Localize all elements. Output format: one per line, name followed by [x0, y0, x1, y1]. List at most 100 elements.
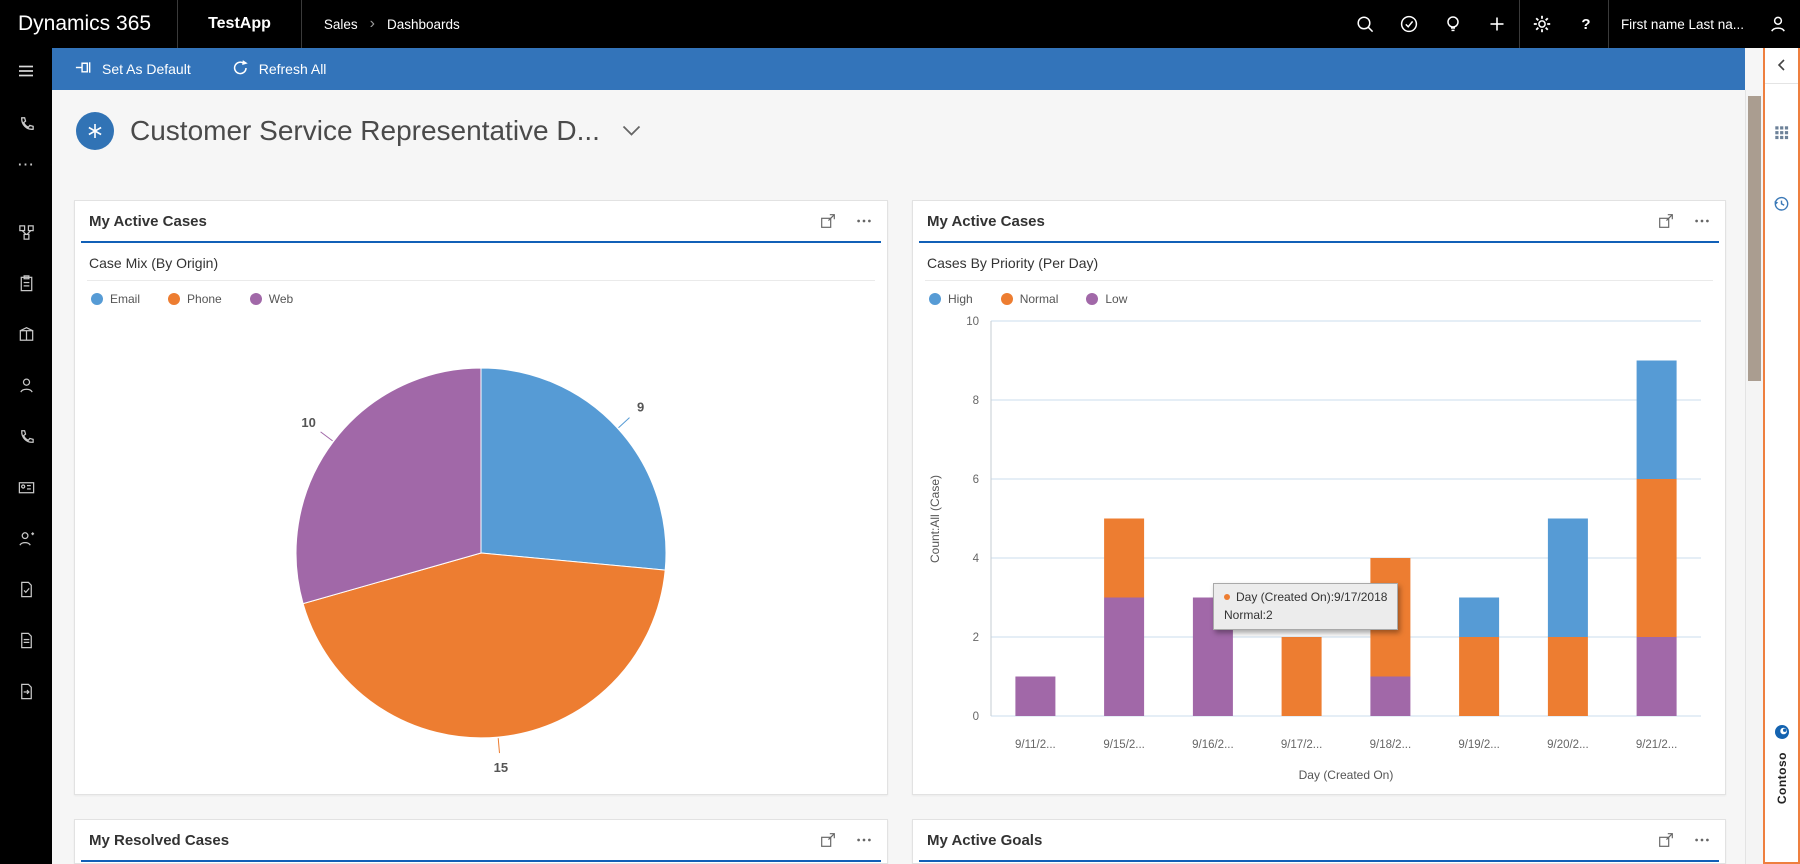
- legend-item: High: [929, 292, 973, 306]
- refresh-all-label: Refresh All: [259, 61, 327, 77]
- x-tick-label: 9/21/2...: [1636, 739, 1678, 751]
- popout-icon[interactable]: [819, 831, 837, 849]
- x-tick-label: 9/11/2...: [1015, 739, 1056, 751]
- more-options-icon[interactable]: [855, 212, 873, 230]
- tooltip-series-dot: [1224, 594, 1230, 600]
- pie-data-label: 15: [494, 760, 508, 775]
- x-tick-label: 9/16/2...: [1192, 739, 1234, 751]
- dashboard-icon: [76, 112, 114, 150]
- breadcrumb-page[interactable]: Dashboards: [387, 17, 460, 32]
- bar-chart-svg[interactable]: 02468109/11/2...9/15/2...9/16/2...9/17/2…: [913, 311, 1726, 791]
- queues-box-icon[interactable]: [0, 317, 52, 351]
- breadcrumb: Sales › Dashboards: [302, 15, 482, 33]
- bar-legend: High Normal Low: [913, 281, 1725, 310]
- user-name-menu[interactable]: First name Last na...: [1609, 17, 1756, 32]
- articles-doc-check-icon[interactable]: [0, 572, 52, 606]
- x-tick-label: 9/15/2...: [1103, 739, 1145, 751]
- pie-slice-email[interactable]: [481, 368, 666, 570]
- tile-my-active-cases-pie: My Active Cases Case Mix (By Origin): [74, 200, 888, 795]
- more-sitemap-icon[interactable]: ⋯: [0, 148, 52, 182]
- tile-title: My Resolved Cases: [89, 832, 819, 849]
- bar-segment-normal[interactable]: [1104, 519, 1144, 598]
- legend-label: Phone: [187, 292, 222, 306]
- legend-item: Normal: [1001, 292, 1059, 306]
- waffle-grid-icon[interactable]: [1773, 124, 1790, 146]
- scrollbar-thumb[interactable]: [1748, 96, 1761, 381]
- user-avatar-icon[interactable]: [1756, 0, 1800, 48]
- pie-chart-svg[interactable]: 9 15 10: [75, 321, 888, 791]
- bar-segment-low[interactable]: [1015, 677, 1055, 717]
- check-circle-icon[interactable]: [1387, 0, 1431, 48]
- vertical-scrollbar[interactable]: [1745, 90, 1763, 864]
- topbar-actions: ? First name Last na...: [1343, 0, 1800, 48]
- legend-label: Email: [110, 292, 140, 306]
- popout-icon[interactable]: [819, 212, 837, 230]
- x-tick-label: 9/20/2...: [1547, 739, 1589, 751]
- resources-person-icon[interactable]: [0, 521, 52, 555]
- collapse-rail-button[interactable]: [1765, 46, 1798, 84]
- popout-icon[interactable]: [1657, 831, 1675, 849]
- bar-segment-low[interactable]: [1104, 598, 1144, 717]
- breadcrumb-section[interactable]: Sales: [324, 17, 358, 32]
- contacts-person-icon[interactable]: [0, 368, 52, 402]
- lightbulb-icon[interactable]: [1431, 0, 1475, 48]
- tile-accent-line: [81, 860, 881, 862]
- search-icon[interactable]: [1343, 0, 1387, 48]
- y-tick-label: 10: [966, 316, 979, 328]
- legend-label: Low: [1105, 292, 1127, 306]
- dynamics-365-logo[interactable]: Dynamics 365: [0, 12, 177, 36]
- tasks-clipboard-icon[interactable]: [0, 266, 52, 300]
- set-as-default-label: Set As Default: [102, 61, 191, 77]
- refresh-all-button[interactable]: Refresh All: [231, 58, 327, 80]
- recent-history-icon[interactable]: [1772, 194, 1791, 218]
- x-tick-label: 9/18/2...: [1370, 739, 1412, 751]
- bar-segment-low[interactable]: [1637, 637, 1677, 716]
- documents-doc-icon[interactable]: [0, 623, 52, 657]
- bar-segment-normal[interactable]: [1459, 637, 1499, 716]
- phone-activities-icon[interactable]: [0, 106, 52, 140]
- legend-item: Web: [250, 292, 293, 306]
- pie-data-label: 9: [637, 400, 644, 415]
- more-options-icon[interactable]: [1693, 212, 1711, 230]
- more-options-icon[interactable]: [1693, 831, 1711, 849]
- x-tick-label: 9/19/2...: [1458, 739, 1500, 751]
- cards-badge-icon[interactable]: [0, 470, 52, 504]
- dashboard-selector-chevron-icon[interactable]: [622, 125, 641, 137]
- quick-create-plus-icon[interactable]: [1475, 0, 1519, 48]
- bar-segment-high[interactable]: [1637, 361, 1677, 480]
- pie-legend: Email Phone Web: [75, 281, 887, 310]
- pie-data-label: 10: [301, 415, 315, 430]
- bar-segment-normal[interactable]: [1548, 637, 1588, 716]
- tooltip-line1: Day (Created On):9/17/2018: [1236, 590, 1387, 604]
- legend-item: Email: [91, 292, 140, 306]
- bar-segment-normal[interactable]: [1282, 637, 1322, 716]
- bar-segment-low[interactable]: [1370, 677, 1410, 717]
- chevron-right-icon: ›: [370, 15, 375, 33]
- calls-phone-icon[interactable]: [0, 419, 52, 453]
- bar-segment-high[interactable]: [1459, 598, 1499, 638]
- more-options-icon[interactable]: [855, 831, 873, 849]
- pie-label-line: [498, 738, 499, 753]
- bar-segment-normal[interactable]: [1637, 479, 1677, 637]
- bar-segment-high[interactable]: [1548, 519, 1588, 638]
- y-tick-label: 8: [973, 395, 979, 407]
- menu-hamburger-icon[interactable]: [0, 54, 52, 88]
- legend-dot: [1001, 293, 1013, 305]
- set-as-default-button[interactable]: Set As Default: [74, 58, 191, 80]
- help-icon[interactable]: ?: [1564, 0, 1608, 48]
- y-axis-title: Count:All (Case): [928, 475, 942, 563]
- legend-dot: [1086, 293, 1098, 305]
- tile-header: My Active Goals: [913, 820, 1725, 860]
- dashboard-title[interactable]: Customer Service Representative D...: [130, 115, 600, 147]
- app-name[interactable]: TestApp: [178, 15, 301, 33]
- tenant-branding: Contoso: [1765, 724, 1798, 804]
- reports-doc-send-icon[interactable]: [0, 674, 52, 708]
- tooltip-line2: Normal:2: [1224, 608, 1387, 622]
- hub-icon[interactable]: [0, 215, 52, 249]
- x-tick-label: 9/17/2...: [1281, 739, 1323, 751]
- tile-header: My Active Cases: [913, 201, 1725, 241]
- popout-icon[interactable]: [1657, 212, 1675, 230]
- dashboard-header: Customer Service Representative D...: [76, 112, 641, 150]
- legend-dot: [91, 293, 103, 305]
- settings-gear-icon[interactable]: [1520, 0, 1564, 48]
